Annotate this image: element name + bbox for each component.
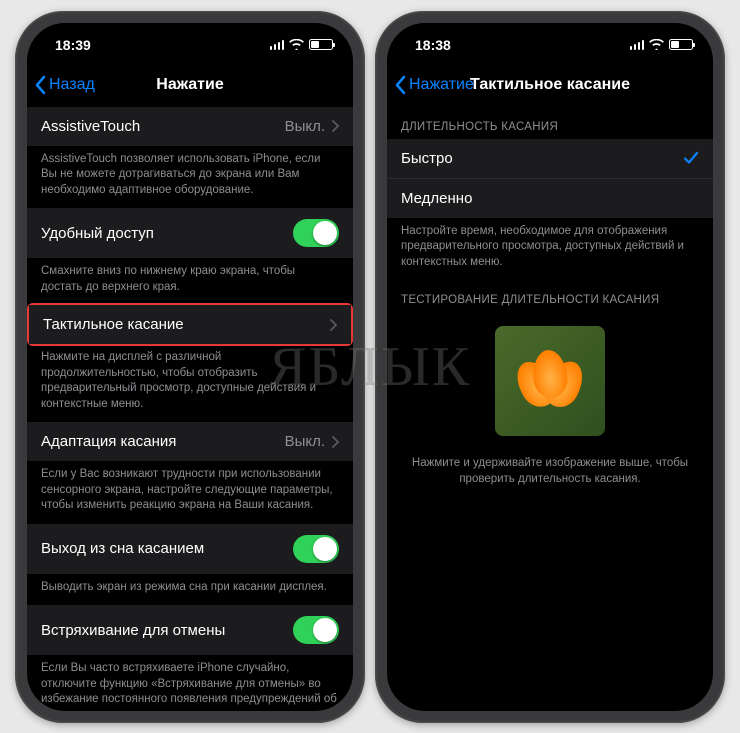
screen-left: 18:39 Назад Нажатие AssistiveTouch Выкл.… [27,23,353,711]
tap-to-wake-switch[interactable] [293,535,339,563]
cellular-icon [630,39,645,50]
phone-right: 18:38 Нажатие Тактильное касание ДЛИТЕЛЬ… [375,11,725,723]
row-label: Адаптация касания [41,433,176,450]
page-title: Нажатие [156,76,223,94]
page-title: Тактильное касание [470,76,630,94]
checkmark-icon [683,150,699,166]
chevron-right-icon [331,436,339,448]
flower-icon [515,346,585,416]
status-time: 18:39 [55,37,91,53]
row-label: AssistiveTouch [41,118,140,135]
row-label: Встряхивание для отмены [41,622,225,639]
row-footer: Выводить экран из режима сна при касании… [27,574,353,606]
notch [110,23,270,49]
chevron-left-icon [33,75,47,95]
row-haptic-touch[interactable]: Тактильное касание [29,305,351,344]
row-shake-to-undo[interactable]: Встряхивание для отмены [27,605,353,655]
status-icons [630,39,694,50]
status-icons [270,39,334,50]
back-button[interactable]: Назад [33,75,95,95]
settings-list[interactable]: AssistiveTouch Выкл. AssistiveTouch позв… [27,107,353,711]
section-header-duration: ДЛИТЕЛЬНОСТЬ КАСАНИЯ [387,107,713,139]
battery-icon [309,39,333,50]
reachability-switch[interactable] [293,219,339,247]
phone-left: 18:39 Назад Нажатие AssistiveTouch Выкл.… [15,11,365,723]
nav-bar: Назад Нажатие [27,63,353,107]
row-assistivetouch[interactable]: AssistiveTouch Выкл. [27,107,353,146]
screen-right: 18:38 Нажатие Тактильное касание ДЛИТЕЛЬ… [387,23,713,711]
status-time: 18:38 [415,37,451,53]
back-label: Нажатие [409,76,474,94]
row-footer: Нажмите на дисплей с различной продолжит… [27,344,353,422]
chevron-left-icon [393,75,407,95]
wifi-icon [649,39,664,50]
row-label: Быстро [401,150,453,167]
section-footer: Нажмите и удерживайте изображение выше, … [387,450,713,497]
row-fast[interactable]: Быстро [387,139,713,178]
section-footer: Настройте время, необходимое для отображ… [387,218,713,281]
row-reachability[interactable]: Удобный доступ [27,208,353,258]
row-footer: Смахните вниз по нижнему краю экрана, чт… [27,258,353,305]
back-button[interactable]: Нажатие [393,75,474,95]
cellular-icon [270,39,285,50]
row-label: Медленно [401,190,472,207]
notch [470,23,630,49]
row-touch-accommodations[interactable]: Адаптация касания Выкл. [27,422,353,461]
row-value: Выкл. [285,118,325,135]
row-label: Тактильное касание [43,316,184,333]
wifi-icon [289,39,304,50]
battery-icon [669,39,693,50]
test-image[interactable] [495,326,605,436]
row-footer: Если у Вас возникают трудности при испол… [27,461,353,524]
row-label: Удобный доступ [41,225,154,242]
shake-to-undo-switch[interactable] [293,616,339,644]
chevron-right-icon [331,120,339,132]
row-tap-to-wake[interactable]: Выход из сна касанием [27,524,353,574]
nav-bar: Нажатие Тактильное касание [387,63,713,107]
chevron-right-icon [329,319,337,331]
highlight-box: Тактильное касание [27,303,353,346]
row-value: Выкл. [285,433,325,450]
row-footer: AssistiveTouch позволяет использовать iP… [27,146,353,209]
row-slow[interactable]: Медленно [387,178,713,218]
settings-list[interactable]: ДЛИТЕЛЬНОСТЬ КАСАНИЯ Быстро Медленно Нас… [387,107,713,711]
row-label: Выход из сна касанием [41,540,204,557]
row-footer: Если Вы часто встряхиваете iPhone случай… [27,655,353,710]
back-label: Назад [49,76,95,94]
section-header-test: ТЕСТИРОВАНИЕ ДЛИТЕЛЬНОСТИ КАСАНИЯ [387,280,713,312]
